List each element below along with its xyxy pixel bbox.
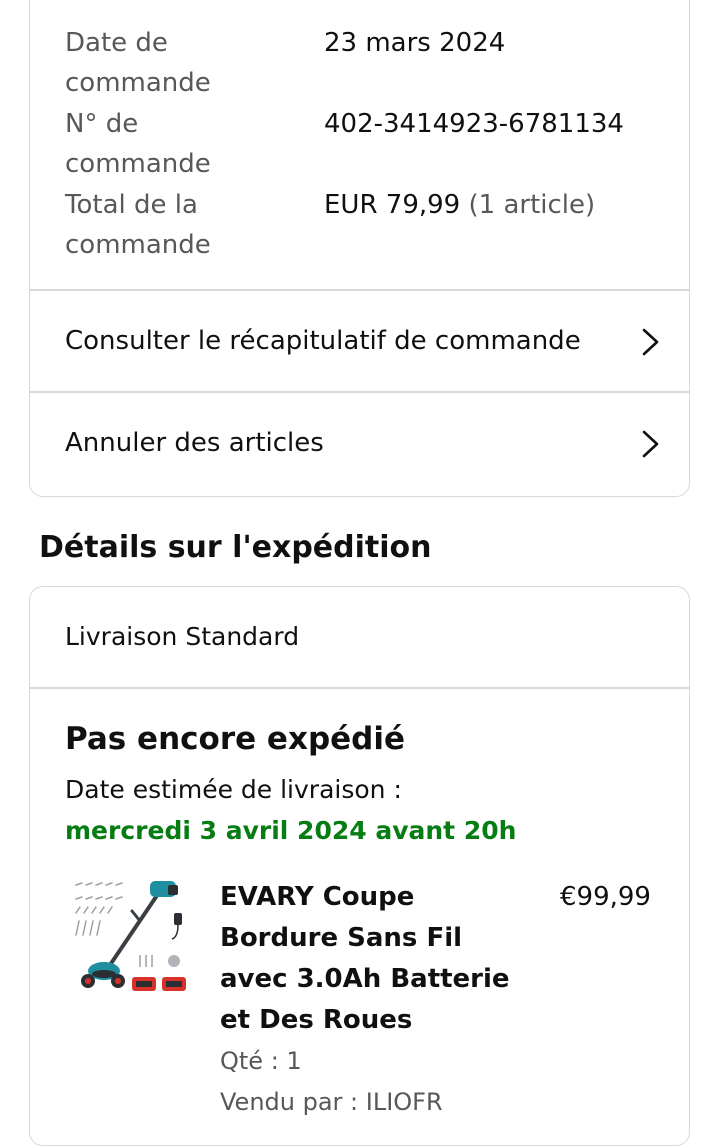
delivery-type: Livraison Standard <box>65 622 300 651</box>
shipping-details-heading: Détails sur l'expédition <box>39 530 432 565</box>
view-order-summary-link[interactable]: Consulter le récapitulatif de commande <box>30 291 689 391</box>
shipment-card: Livraison Standard Pas encore expédié Da… <box>29 586 690 1146</box>
order-number-value: 402-3414923-6781134 <box>324 109 624 139</box>
view-order-summary-label: Consulter le récapitulatif de commande <box>65 326 581 356</box>
cancel-items-link[interactable]: Annuler des articles <box>30 393 689 493</box>
order-total-amount: EUR 79,99 <box>324 190 461 220</box>
order-item-count: (1 article) <box>468 190 596 220</box>
order-date-label: Date de commande <box>65 28 211 98</box>
order-date-value: 23 mars 2024 <box>324 28 506 58</box>
order-summary-card: Date de commande 23 mars 2024 N° de comm… <box>29 0 690 497</box>
chevron-right-icon <box>642 328 659 356</box>
order-total-value: EUR 79,99 (1 article) <box>324 185 595 225</box>
product-image[interactable] <box>70 877 190 1002</box>
estimated-delivery-date: mercredi 3 avril 2024 avant 20h <box>65 816 517 845</box>
product-price: €99,99 <box>560 882 651 912</box>
product-seller: Vendu par : ILIOFR <box>220 1088 443 1116</box>
product-quantity: Qté : 1 <box>220 1047 302 1075</box>
divider <box>30 687 689 689</box>
estimated-delivery-label: Date estimée de livraison : <box>65 775 402 804</box>
order-number-label: N° de commande <box>65 109 211 179</box>
product-title-link[interactable]: EVARY Coupe Bordure Sans Fil avec 3.0Ah … <box>220 877 510 1041</box>
chevron-right-icon <box>642 430 659 458</box>
cancel-items-label: Annuler des articles <box>65 428 324 458</box>
order-total-label: Total de la commande <box>65 190 211 260</box>
shipment-status: Pas encore expédié <box>65 721 406 757</box>
